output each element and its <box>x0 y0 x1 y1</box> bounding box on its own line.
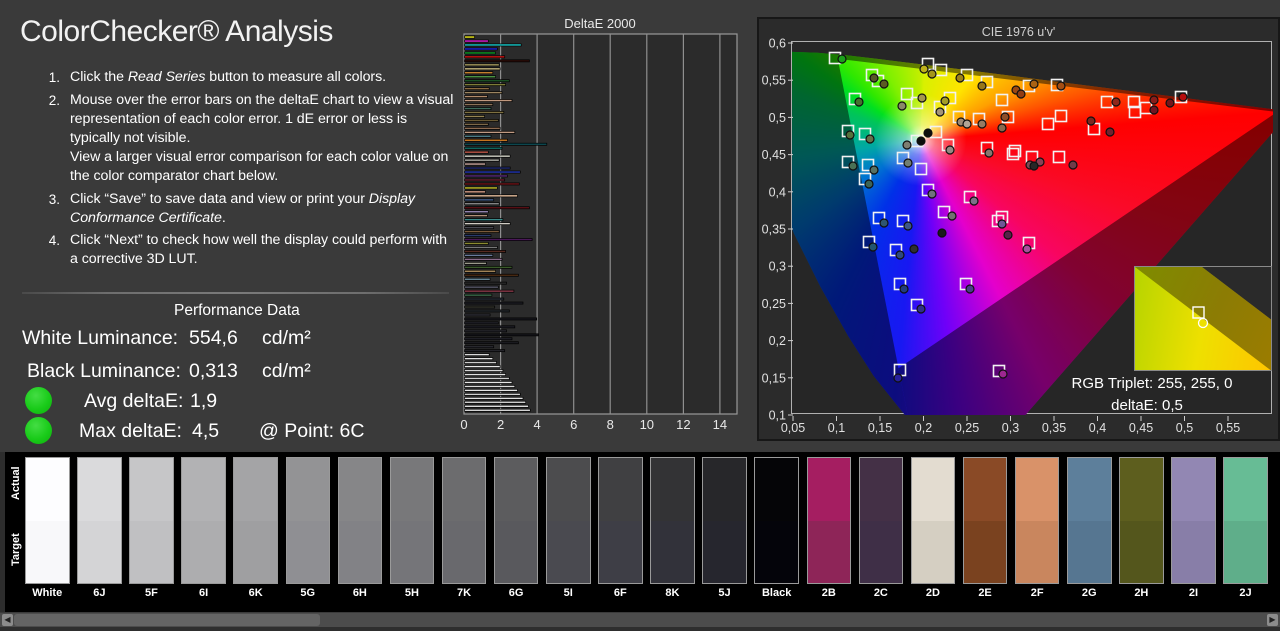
svg-text:14: 14 <box>713 417 727 432</box>
svg-text:0,25: 0,25 <box>955 421 979 435</box>
svg-text:0,45: 0,45 <box>762 148 786 162</box>
svg-text:4: 4 <box>533 417 540 432</box>
svg-text:0,45: 0,45 <box>1129 421 1153 435</box>
svg-text:0,35: 0,35 <box>762 223 786 237</box>
svg-text:0: 0 <box>460 417 467 432</box>
svg-text:0,2: 0,2 <box>769 334 786 348</box>
svg-text:0,35: 0,35 <box>1042 421 1066 435</box>
svg-text:0,15: 0,15 <box>868 421 892 435</box>
svg-text:0,4: 0,4 <box>769 185 786 199</box>
svg-text:0,6: 0,6 <box>769 37 786 51</box>
svg-text:8: 8 <box>607 417 614 432</box>
svg-text:0,3: 0,3 <box>1002 421 1019 435</box>
svg-text:0,25: 0,25 <box>762 297 786 311</box>
svg-text:0,5: 0,5 <box>1176 421 1193 435</box>
svg-text:10: 10 <box>640 417 654 432</box>
svg-text:0,4: 0,4 <box>1089 421 1106 435</box>
svg-text:12: 12 <box>676 417 690 432</box>
svg-text:0,3: 0,3 <box>769 260 786 274</box>
svg-text:0,15: 0,15 <box>762 371 786 385</box>
svg-text:0,1: 0,1 <box>828 421 845 435</box>
svg-text:0,55: 0,55 <box>762 74 786 88</box>
svg-text:6: 6 <box>570 417 577 432</box>
svg-text:0,55: 0,55 <box>1216 421 1240 435</box>
svg-text:0,5: 0,5 <box>769 111 786 125</box>
svg-text:0,05: 0,05 <box>781 421 805 435</box>
svg-text:DeltaE 2000: DeltaE 2000 <box>564 16 636 31</box>
svg-text:0,2: 0,2 <box>915 421 932 435</box>
svg-text:2: 2 <box>497 417 504 432</box>
